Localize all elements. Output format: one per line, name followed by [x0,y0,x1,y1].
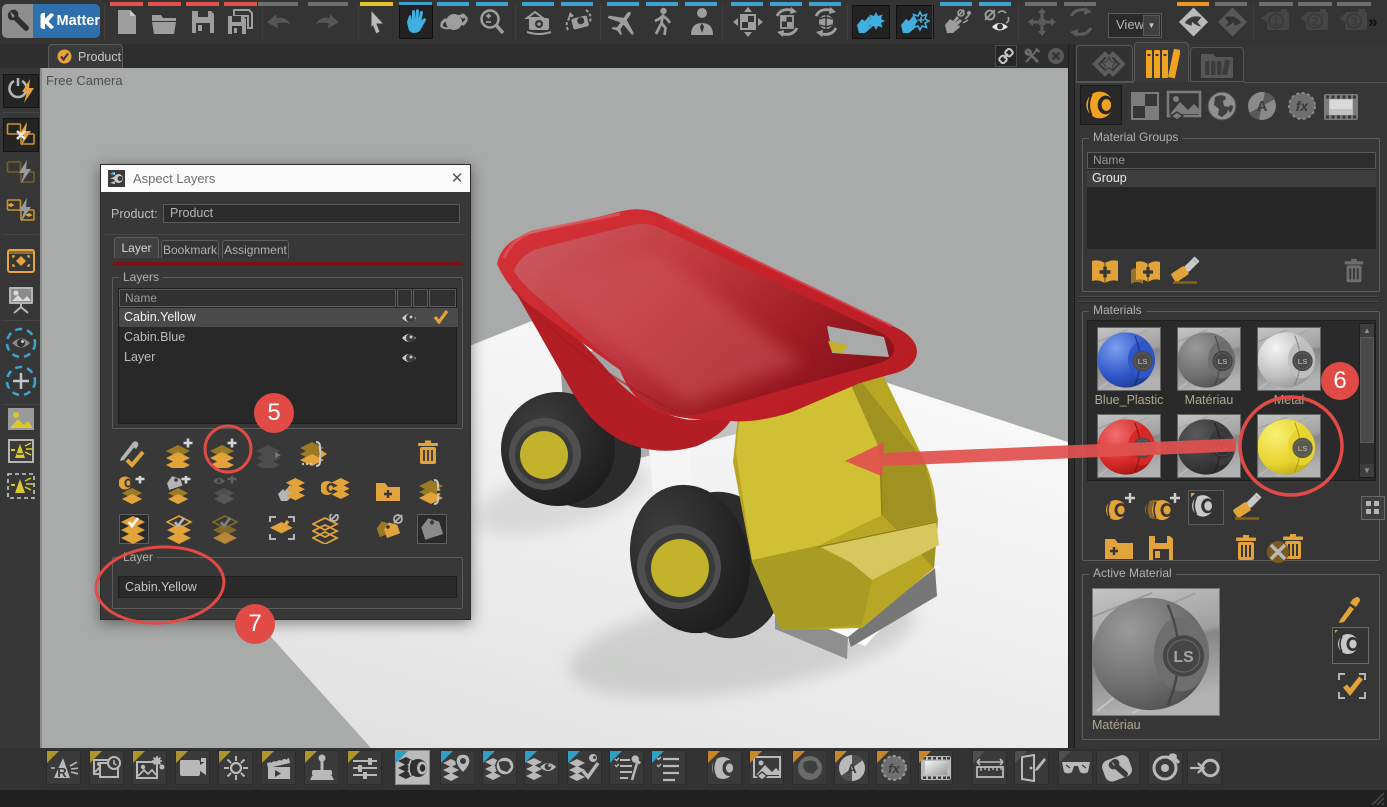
svg-text:LS: LS [1218,444,1228,453]
svg-text:fx: fx [888,761,900,776]
svg-text:LS: LS [1298,357,1308,366]
svg-text:LS: LS [1298,444,1308,453]
svg-text:LS: LS [1138,357,1148,366]
svg-text:fx: fx [1296,98,1310,114]
svg-text:A: A [847,761,857,776]
svg-text:LS: LS [1173,649,1193,666]
svg-text:3: 3 [1351,15,1358,29]
svg-text:1: 1 [1273,15,1280,29]
svg-text:A: A [1257,98,1268,115]
svg-text:LS: LS [1218,357,1228,366]
svg-text:2: 2 [1312,15,1319,29]
svg-text:R: R [57,765,67,780]
svg-text:LS: LS [1138,444,1148,453]
